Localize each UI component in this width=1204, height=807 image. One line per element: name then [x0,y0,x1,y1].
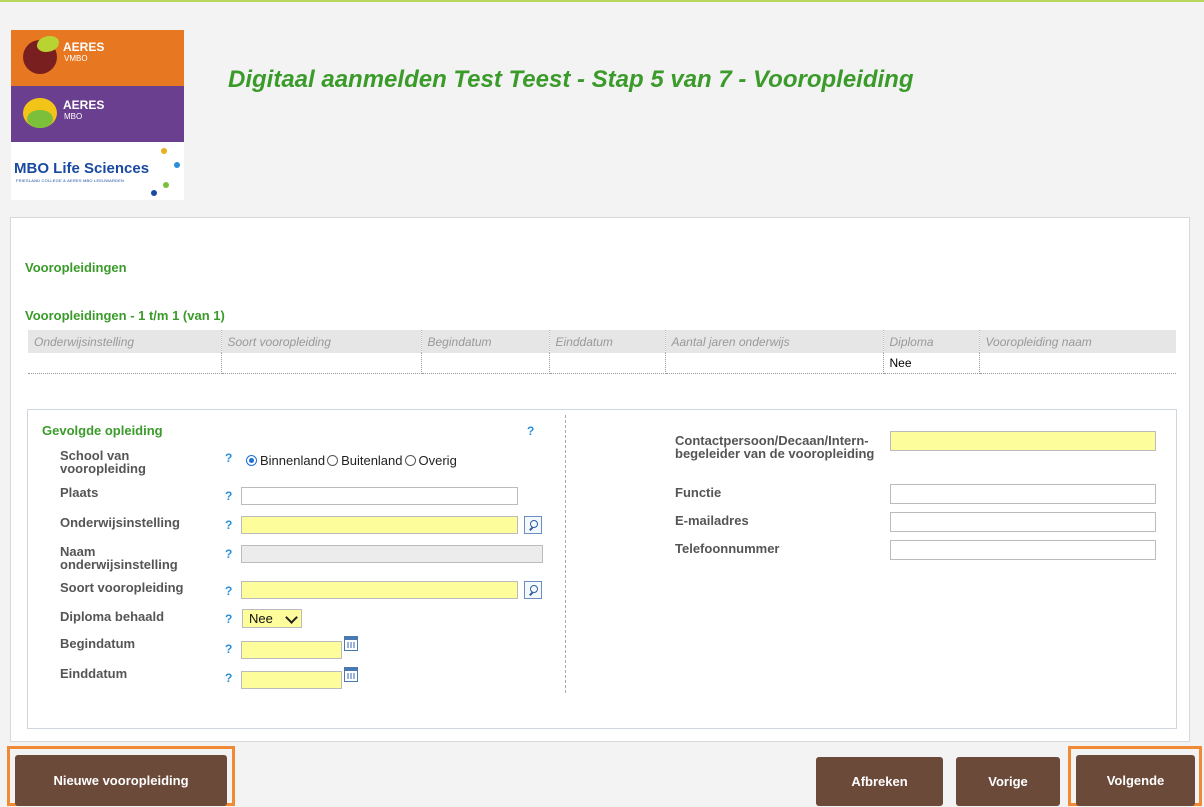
aeres-mbo-leaf-accent-icon [27,110,53,128]
table-cell [549,353,666,374]
school-label: School van vooropleiding [60,448,146,476]
aeres-vmbo-sub: VMBO [64,54,88,63]
onderwijsinstelling-input[interactable] [241,516,518,534]
help-icon[interactable]: ? [225,642,232,656]
table-cell [221,353,422,374]
afbreken-button[interactable]: Afbreken [816,757,943,806]
begindatum-label: Begindatum [60,636,136,651]
column-header[interactable]: Soort vooropleiding [221,330,422,353]
column-header[interactable]: Einddatum [549,330,666,353]
molecule-dot-icon [151,190,157,196]
help-icon[interactable]: ? [225,518,232,532]
aeres-vmbo-logo: AERES VMBO [11,30,184,86]
aeres-mbo-name: AERES [63,98,105,112]
plaats-input[interactable] [241,487,518,505]
soort-vooropleiding-label: Soort vooropleiding [60,580,184,595]
aeres-mbo-sub: MBO [64,112,83,121]
functie-label: Functie [675,485,722,500]
functie-input[interactable] [890,484,1156,504]
email-label: E-mailadres [675,513,749,528]
list-title: Vooropleidingen - 1 t/m 1 (van 1) [25,308,225,323]
contactpersoon-input[interactable] [890,431,1156,451]
table-cell [665,353,884,374]
column-header[interactable]: Vooropleiding naam [979,330,1176,353]
molecule-dot-icon [163,182,169,188]
molecule-dot-icon [174,162,180,168]
mbo-life-sciences-name: MBO Life Sciences [14,160,150,177]
telefoon-input[interactable] [890,540,1156,560]
help-icon[interactable]: ? [225,612,232,626]
diploma-behaald-value: Nee [249,611,273,626]
column-header[interactable]: Aantal jaren onderwijs [665,330,884,353]
logo-stack: AERES VMBO AERES MBO MBO Life Sciences F… [11,30,184,200]
help-icon[interactable]: ? [225,451,232,465]
aeres-vmbo-name: AERES [63,40,105,54]
vorige-button[interactable]: Vorige [956,757,1060,806]
volgende-button[interactable]: Volgende [1076,755,1195,806]
nieuwe-vooropleiding-button[interactable]: Nieuwe vooropleiding [15,755,227,806]
plaats-label: Plaats [60,485,99,500]
column-header[interactable]: Onderwijsinstelling [28,330,222,353]
radio-label-buitenland: Buitenland [341,453,403,468]
email-input[interactable] [890,512,1156,532]
help-icon[interactable]: ? [225,584,232,598]
table-header-row: Onderwijsinstelling Soort vooropleiding … [28,330,1176,353]
onderwijsinstelling-search-icon[interactable] [524,516,542,534]
form-column-divider [565,415,566,693]
page-title: Digitaal aanmelden Test Teest - Stap 5 v… [228,66,914,93]
mbo-life-sciences-logo: MBO Life Sciences FRIESLAND COLLEGE & AE… [11,142,184,200]
column-header[interactable]: Begindatum [421,330,550,353]
molecule-dot-icon [161,148,167,154]
diploma-behaald-label: Diploma behaald [60,609,165,624]
help-icon[interactable]: ? [527,424,534,438]
top-accent-line [0,0,1204,2]
help-icon[interactable]: ? [225,489,232,503]
aeres-mbo-logo: AERES MBO [11,86,184,142]
soort-vooropleiding-search-icon[interactable] [524,581,542,599]
einddatum-label: Einddatum [60,666,128,681]
table-cell [28,353,222,374]
radio-buitenland[interactable] [327,455,339,466]
contactpersoon-label: Contactpersoon/Decaan/Intern-begeleider … [675,433,875,461]
help-icon[interactable]: ? [225,547,232,561]
radio-overig[interactable] [404,455,416,466]
telefoon-label: Telefoonnummer [675,541,780,556]
chevron-down-icon [285,611,298,624]
radio-binnenland[interactable] [246,455,257,466]
soort-vooropleiding-input[interactable] [241,581,518,599]
radio-label-binnenland: Binnenland [260,453,326,468]
table-cell [979,353,1176,374]
table-cell: Nee [883,353,980,374]
diploma-behaald-select[interactable]: Nee [242,609,302,628]
table-row[interactable]: Nee [28,353,1176,374]
mbo-life-sciences-sub: FRIESLAND COLLEGE & AERES MBO LEEUWARDEN [16,178,125,183]
help-icon[interactable]: ? [225,671,232,685]
einddatum-calendar-icon[interactable] [344,667,358,682]
einddatum-input[interactable] [241,671,342,689]
vooropleidingen-table: Onderwijsinstelling Soort vooropleiding … [28,330,1176,374]
form-heading: Gevolgde opleiding [42,423,163,438]
naam-onderwijsinstelling-label: Naam onderwijsinstelling [60,544,178,572]
column-header[interactable]: Diploma [883,330,980,353]
begindatum-calendar-icon[interactable] [344,636,358,651]
radio-label-overig: Overig [418,453,457,468]
begindatum-input[interactable] [241,641,342,659]
form-panel [27,409,1177,729]
school-radio-group: Binnenland Buitenland Overig [246,453,459,468]
naam-onderwijsinstelling-input [241,545,543,563]
section-title: Vooropleidingen [25,260,127,275]
table-cell [421,353,550,374]
onderwijsinstelling-label: Onderwijsinstelling [60,515,180,530]
